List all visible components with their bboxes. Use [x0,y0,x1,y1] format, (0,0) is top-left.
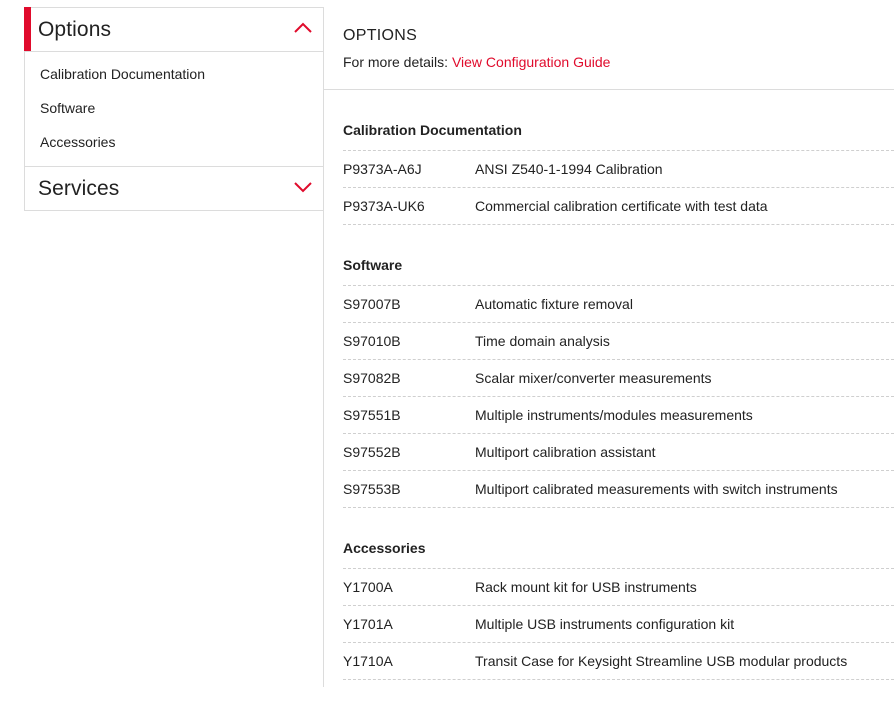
table-row: P9373A-UK6 Commercial calibration certif… [343,188,894,225]
option-code: S97552B [343,444,401,460]
services-accordion-title: Services [38,176,120,200]
chevron-down-icon[interactable] [293,179,313,195]
option-code: P9373A-UK6 [343,198,425,214]
options-header: OPTIONS For more details: View Configura… [324,7,894,90]
option-description: Commercial calibration certificate with … [475,198,768,214]
sidebar-item-software[interactable]: Software [25,96,323,130]
option-code: P9373A-A6J [343,161,422,177]
section-title: Calibration Documentation [343,90,894,151]
section-software: Software S97007B Automatic fixture remov… [343,225,894,508]
option-code: S97551B [343,407,401,423]
sidebar-item-accessories[interactable]: Accessories [25,130,323,164]
table-row: S97007B Automatic fixture removal [343,286,894,323]
page-title: OPTIONS [343,27,418,44]
options-list: Calibration Documentation Software Acces… [25,51,323,167]
section-title: Software [343,225,894,286]
option-code: Y1710A [343,653,393,669]
details-prefix: For more details: [343,54,449,70]
view-configuration-guide-link[interactable]: View Configuration Guide [452,54,611,70]
option-description: Multiport calibration assistant [475,444,656,460]
option-description: Rack mount kit for USB instruments [475,579,697,595]
section-title: Accessories [343,508,894,569]
details-line: For more details: View Configuration Gui… [343,54,894,70]
option-code: Y1701A [343,616,393,632]
option-description: Transit Case for Keysight Streamline USB… [475,653,848,669]
option-code: S97010B [343,333,401,349]
services-accordion-header[interactable]: Services [25,167,323,210]
options-main-panel: OPTIONS For more details: View Configura… [324,7,894,680]
option-description: Time domain analysis [475,333,610,349]
option-description: Multiport calibrated measurements with s… [475,481,838,497]
option-code: Y1700A [343,579,393,595]
table-row: S97010B Time domain analysis [343,323,894,360]
table-row: Y1700A Rack mount kit for USB instrument… [343,569,894,606]
option-code: S97007B [343,296,401,312]
option-description: Multiple USB instruments configuration k… [475,616,735,632]
table-row: Y1710A Transit Case for Keysight Streaml… [343,643,894,680]
table-row: P9373A-A6J ANSI Z540-1-1994 Calibration [343,151,894,188]
options-sections: Calibration Documentation P9373A-A6J ANS… [324,90,894,680]
section-accessories: Accessories Y1700A Rack mount kit for US… [343,508,894,680]
table-row: Y1701A Multiple USB instruments configur… [343,606,894,643]
options-accordion-title: Options [38,17,112,41]
option-code: S97553B [343,481,401,497]
option-description: Automatic fixture removal [475,296,633,312]
option-description: Multiple instruments/modules measurement… [475,407,753,423]
table-row: S97551B Multiple instruments/modules mea… [343,397,894,434]
option-code: S97082B [343,370,401,386]
option-description: Scalar mixer/converter measurements [475,370,712,386]
sidebar: Options Calibration Documentation Softwa… [24,7,323,211]
table-row: S97082B Scalar mixer/converter measureme… [343,360,894,397]
option-description: ANSI Z540-1-1994 Calibration [475,161,663,177]
table-row: S97553B Multiport calibrated measurement… [343,471,894,508]
section-calibration-documentation: Calibration Documentation P9373A-A6J ANS… [343,90,894,225]
sidebar-item-calibration-documentation[interactable]: Calibration Documentation [25,62,323,96]
chevron-up-icon[interactable] [293,20,313,36]
table-row: S97552B Multiport calibration assistant [343,434,894,471]
options-accordion-header[interactable]: Options [24,7,323,51]
